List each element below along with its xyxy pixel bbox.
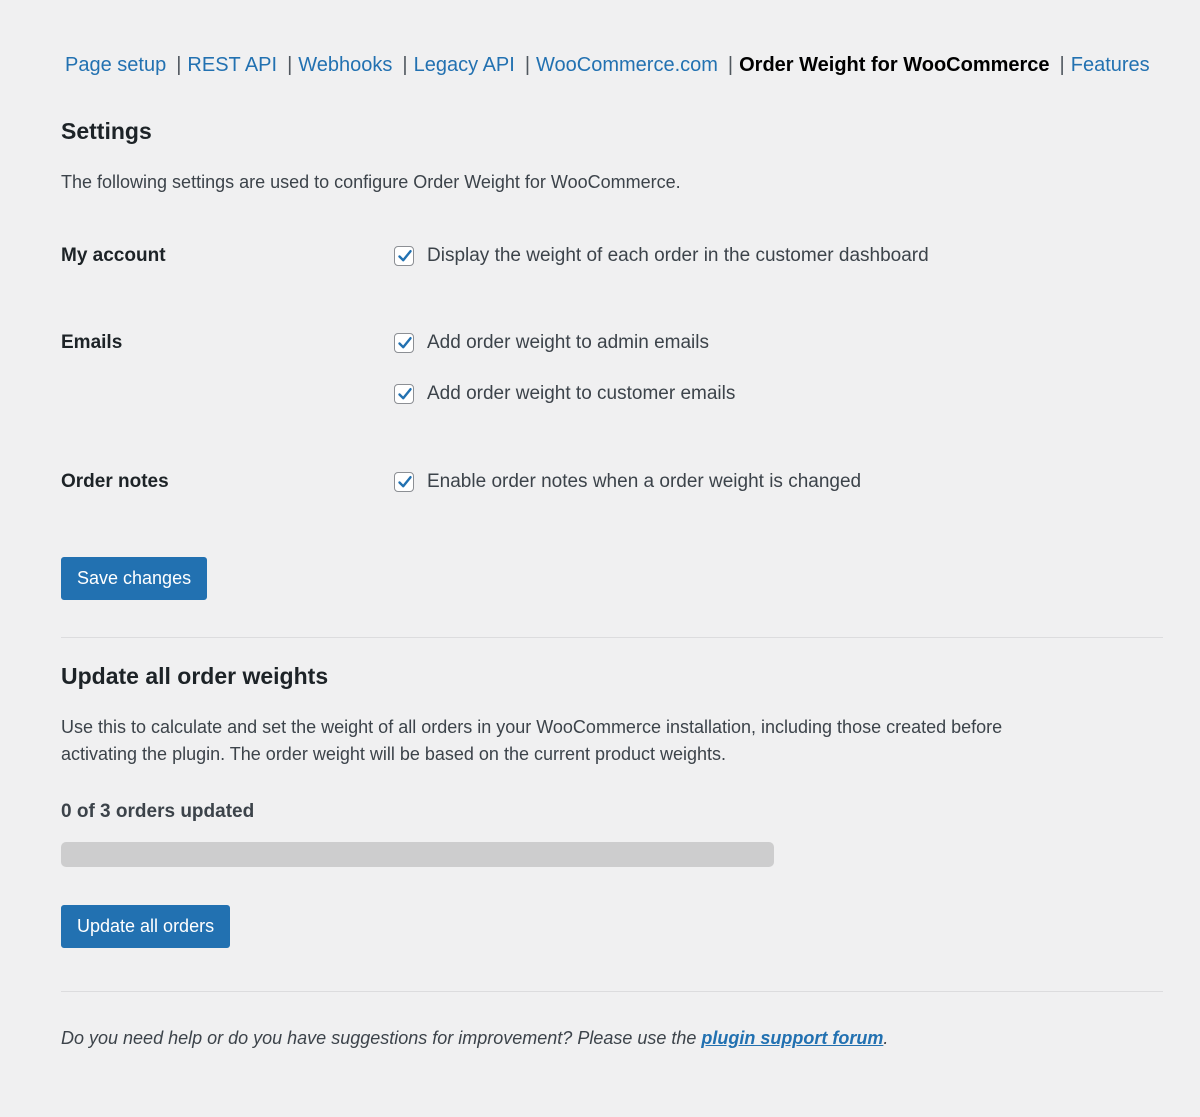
update-title: Update all order weights (61, 663, 329, 689)
my-account-label: My account (61, 245, 166, 266)
settings-title: Settings (61, 118, 152, 144)
option-customer-emails[interactable]: Add order weight to customer emails (394, 383, 735, 405)
order-notes-checkbox[interactable] (394, 472, 414, 492)
option-display-weight-dashboard[interactable]: Display the weight of each order in the … (394, 245, 929, 267)
nav-woocommerce-com[interactable]: WooCommerce.com (536, 54, 718, 77)
nav-separator: | (402, 54, 408, 76)
admin-emails-label: Add order weight to admin emails (427, 332, 709, 353)
nav-rest-api[interactable]: REST API (187, 54, 277, 77)
admin-emails-checkbox[interactable] (394, 333, 414, 353)
emails-label: Emails (61, 332, 123, 353)
checkmark-icon (398, 476, 412, 488)
nav-separator: | (287, 54, 293, 76)
nav-separator: | (524, 54, 531, 76)
update-description: Use this to calculate and set the weight… (61, 714, 1002, 768)
update-description-line1: Use this to calculate and set the weight… (61, 717, 1003, 737)
save-changes-button[interactable]: Save changes (61, 557, 208, 600)
order-notes-label: Order notes (61, 471, 169, 492)
settings-page: Page setup | REST API | Webhooks | Legac… (0, 0, 1200, 1117)
update-all-orders-button[interactable]: Update all orders (61, 905, 231, 948)
nav-separator: | (727, 54, 734, 76)
update-description-line2: activating the plugin. The order weight … (61, 744, 727, 764)
section-divider (61, 637, 1163, 638)
option-order-notes[interactable]: Enable order notes when a order weight i… (394, 471, 861, 493)
nav-page-setup[interactable]: Page setup (65, 54, 166, 77)
progress-text: 0 of 3 orders updated (61, 801, 255, 822)
progress-bar (61, 842, 774, 867)
settings-subnav: Page setup | REST API | Webhooks | Legac… (65, 54, 1150, 77)
option-admin-emails[interactable]: Add order weight to admin emails (394, 332, 709, 354)
help-note: Do you need help or do you have suggesti… (61, 1028, 888, 1049)
footer-divider (61, 991, 1163, 992)
display-weight-dashboard-checkbox[interactable] (394, 246, 414, 266)
plugin-support-forum-link[interactable]: plugin support forum (701, 1028, 883, 1048)
checkmark-icon (398, 388, 412, 400)
nav-order-weight-current: Order Weight for WooCommerce (739, 54, 1050, 76)
customer-emails-label: Add order weight to customer emails (427, 383, 736, 404)
help-note-text: Do you need help or do you have suggesti… (61, 1028, 702, 1048)
checkmark-icon (398, 337, 412, 349)
nav-webhooks[interactable]: Webhooks (298, 54, 392, 77)
order-notes-option-label: Enable order notes when a order weight i… (427, 471, 862, 492)
nav-separator: | (1059, 54, 1065, 76)
nav-features[interactable]: Features (1071, 54, 1150, 77)
display-weight-dashboard-label: Display the weight of each order in the … (427, 245, 929, 266)
nav-legacy-api[interactable]: Legacy API (414, 54, 515, 77)
help-note-end: . (883, 1028, 889, 1048)
customer-emails-checkbox[interactable] (394, 384, 414, 404)
checkmark-icon (398, 250, 412, 262)
nav-separator: | (176, 54, 182, 76)
settings-description: The following settings are used to confi… (61, 172, 681, 192)
